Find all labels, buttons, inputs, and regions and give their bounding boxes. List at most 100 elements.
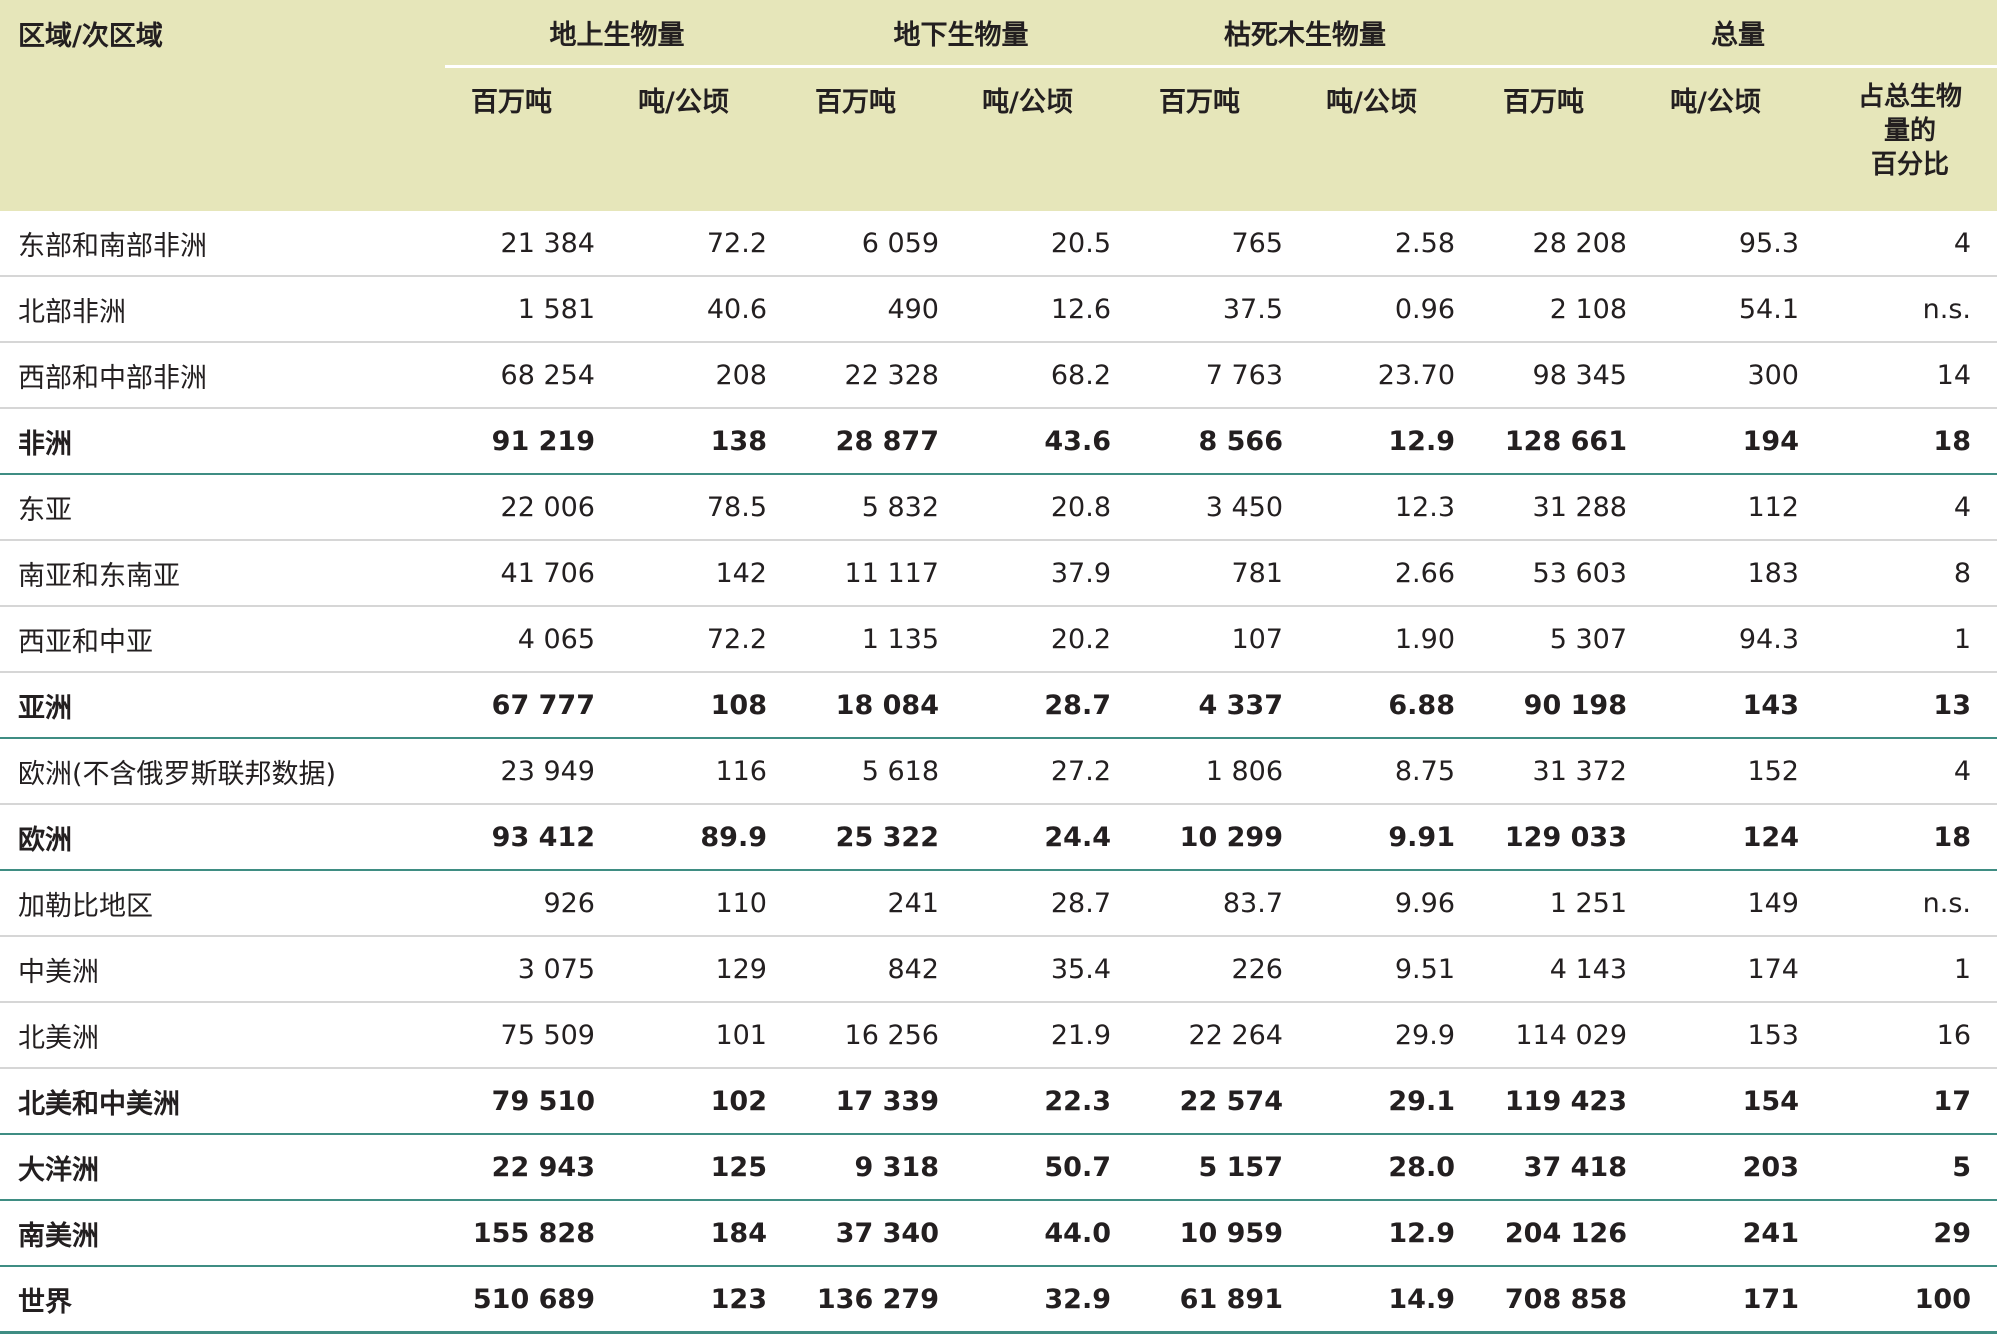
region-name-cell: 东部和南部非洲 [0, 211, 445, 277]
value-cell: 90 198 [1477, 672, 1649, 739]
value-cell: 28 877 [789, 408, 961, 475]
value-cell: 22 574 [1133, 1068, 1305, 1135]
value-cell: 29 [1821, 1200, 1997, 1267]
value-cell: 510 689 [445, 1266, 617, 1334]
value-cell: 17 [1821, 1068, 1997, 1135]
value-cell: 35.4 [961, 936, 1133, 1003]
value-cell: 14.9 [1305, 1266, 1477, 1334]
value-cell: 102 [617, 1068, 789, 1135]
value-cell: 5 [1821, 1134, 1997, 1201]
value-cell: 8.75 [1305, 738, 1477, 805]
region-name-cell: 西部和中部非洲 [0, 342, 445, 409]
value-cell: 5 832 [789, 474, 961, 541]
value-cell: 3 075 [445, 936, 617, 1003]
value-cell: 29.1 [1305, 1068, 1477, 1135]
value-cell: 4 065 [445, 606, 617, 673]
value-cell: 1 135 [789, 606, 961, 673]
region-column-header: 区域/次区域 [18, 21, 163, 52]
table-row: 北美和中美洲 79 510 102 17 339 22.3 22 574 29.1 119 4… [0, 1068, 1997, 1135]
value-cell: 10 299 [1133, 804, 1305, 871]
table-row: 世界 510 689 123 136 279 32.9 61 891 14.9 708 858… [0, 1266, 1997, 1334]
value-cell: 123 [617, 1266, 789, 1334]
value-cell: 13 [1821, 672, 1997, 739]
value-cell: 12.9 [1305, 1200, 1477, 1267]
value-cell: 9.51 [1305, 936, 1477, 1003]
value-cell: 41 706 [445, 540, 617, 607]
value-cell: 16 [1821, 1002, 1997, 1069]
value-cell: 22 006 [445, 474, 617, 541]
value-cell: 1 806 [1133, 738, 1305, 805]
value-cell: 61 891 [1133, 1266, 1305, 1334]
value-cell: 93 412 [445, 804, 617, 871]
value-cell: 183 [1649, 540, 1821, 607]
value-cell: 5 618 [789, 738, 961, 805]
value-cell: 1 251 [1477, 870, 1649, 937]
value-cell: 40.6 [617, 276, 789, 343]
value-cell: 107 [1133, 606, 1305, 673]
value-cell: 0.96 [1305, 276, 1477, 343]
value-cell: 3 450 [1133, 474, 1305, 541]
value-cell: 4 [1821, 738, 1997, 805]
value-cell: n.s. [1821, 870, 1997, 937]
table-row: 亚洲 67 777 108 18 084 28.7 4 337 6.88 90 198 143 1… [0, 672, 1997, 739]
value-cell: 4 143 [1477, 936, 1649, 1003]
value-cell: 91 219 [445, 408, 617, 475]
value-cell: 124 [1649, 804, 1821, 871]
value-cell: 241 [789, 870, 961, 937]
value-cell: 5 307 [1477, 606, 1649, 673]
region-name-cell: 非洲 [0, 408, 445, 475]
table-row: 西部和中部非洲 68 254 208 22 328 68.2 7 763 23.70 98 3… [0, 342, 1997, 409]
value-cell: 781 [1133, 540, 1305, 607]
value-cell: 129 033 [1477, 804, 1649, 871]
value-cell: 28.0 [1305, 1134, 1477, 1201]
value-cell: 37 418 [1477, 1134, 1649, 1201]
table-header: 区域/次区域 地上生物量 地下生物量 枯死木生物量 总量 百万吨 吨/公顷 百万… [0, 0, 1997, 211]
value-cell: 490 [789, 276, 961, 343]
region-name-cell: 中美洲 [0, 936, 445, 1003]
belowground-biomass-header: 地下生物量 [789, 0, 1133, 68]
value-cell: 20.5 [961, 211, 1133, 277]
value-cell: 18 [1821, 408, 1997, 475]
value-cell: 6 059 [789, 211, 961, 277]
value-cell: 28.7 [961, 870, 1133, 937]
table-row: 西亚和中亚 4 065 72.2 1 135 20.2 107 1.90 5 307 94.3 1 [0, 606, 1997, 673]
value-cell: n.s. [1821, 276, 1997, 343]
region-name-cell: 西亚和中亚 [0, 606, 445, 673]
value-cell: 17 339 [789, 1068, 961, 1135]
value-cell: 79 510 [445, 1068, 617, 1135]
table-row: 东亚 22 006 78.5 5 832 20.8 3 450 12.3 31 288 112 4 [0, 474, 1997, 541]
value-cell: 98 345 [1477, 342, 1649, 409]
value-cell: 114 029 [1477, 1002, 1649, 1069]
value-cell: 32.9 [961, 1266, 1133, 1334]
value-cell: 21.9 [961, 1002, 1133, 1069]
header-group-row: 区域/次区域 地上生物量 地下生物量 枯死木生物量 总量 [0, 0, 1997, 68]
region-name-cell: 世界 [0, 1266, 445, 1334]
value-cell: 5 157 [1133, 1134, 1305, 1201]
value-cell: 14 [1821, 342, 1997, 409]
value-cell: 18 [1821, 804, 1997, 871]
value-cell: 110 [617, 870, 789, 937]
region-name-cell: 东亚 [0, 474, 445, 541]
value-cell: 194 [1649, 408, 1821, 475]
value-cell: 24.4 [961, 804, 1133, 871]
value-cell: 108 [617, 672, 789, 739]
value-cell: 22.3 [961, 1068, 1133, 1135]
region-name-cell: 欧洲(不含俄罗斯联邦数据) [0, 738, 445, 805]
region-name-cell: 北美洲 [0, 1002, 445, 1069]
value-cell: 72.2 [617, 606, 789, 673]
value-cell: 6.88 [1305, 672, 1477, 739]
value-cell: 4 [1821, 211, 1997, 277]
value-cell: 28.7 [961, 672, 1133, 739]
value-cell: 2 108 [1477, 276, 1649, 343]
value-cell: 9.91 [1305, 804, 1477, 871]
unit-header-mt: 百万吨 [471, 87, 552, 118]
value-cell: 68.2 [961, 342, 1133, 409]
value-cell: 171 [1649, 1266, 1821, 1334]
table-body: 东部和南部非洲 21 384 72.2 6 059 20.5 765 2.58 28 208 9… [0, 211, 1997, 1334]
table-row: 大洋洲 22 943 125 9 318 50.7 5 157 28.0 37 418 203 5 [0, 1134, 1997, 1201]
value-cell: 83.7 [1133, 870, 1305, 937]
region-name-cell: 欧洲 [0, 804, 445, 871]
value-cell: 4 [1821, 474, 1997, 541]
region-name-cell: 北美和中美洲 [0, 1068, 445, 1135]
unit-header-percent: 占总生物 量的 百分比 [1821, 67, 1997, 212]
